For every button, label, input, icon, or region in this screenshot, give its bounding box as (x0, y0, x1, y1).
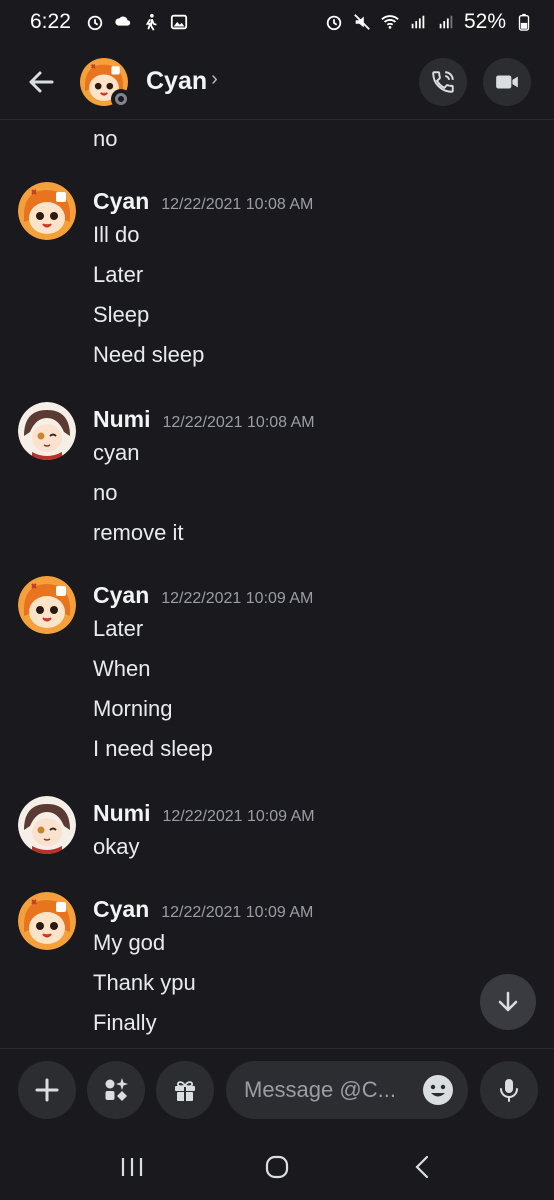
message-author[interactable]: Cyan (93, 188, 149, 215)
message-line[interactable]: Need sleep (93, 342, 204, 368)
voice-message-button[interactable] (480, 1061, 538, 1119)
gift-icon (175, 1081, 195, 1101)
system-navigation-bar (0, 1134, 554, 1200)
phone-icon (432, 71, 454, 93)
signal-icon (436, 12, 456, 32)
message-line[interactable]: cyan (93, 440, 139, 466)
message-line[interactable]: My god (93, 930, 165, 956)
recent-apps-icon (122, 1158, 143, 1176)
message-line[interactable]: Morning (93, 696, 172, 722)
emoji-icon (423, 1075, 453, 1105)
header-avatar[interactable] (80, 57, 131, 109)
message-line[interactable]: okay (93, 834, 139, 860)
message-line[interactable]: I need sleep (93, 736, 213, 762)
emoji-button[interactable] (422, 1074, 454, 1106)
avatar-cyan[interactable] (18, 892, 76, 950)
message-author[interactable]: Numi (93, 406, 151, 433)
apps-sparkle-icon (105, 1078, 128, 1101)
video-camera-icon (496, 75, 518, 89)
offline-status-dot (111, 88, 131, 109)
status-bar: 6:22 52% (0, 0, 554, 44)
battery-icon (514, 12, 534, 32)
message-line[interactable]: Sleep (93, 302, 149, 328)
message-line[interactable]: Finally (93, 1010, 157, 1036)
message-line[interactable]: When (93, 656, 150, 682)
message-line[interactable]: Later (93, 262, 143, 288)
message-timestamp: 12/22/2021 10:09 AM (161, 590, 314, 607)
home-icon (265, 1155, 289, 1179)
avatar-image (18, 576, 76, 634)
gallery-icon (169, 12, 189, 32)
message-timestamp: 12/22/2021 10:08 AM (161, 196, 314, 213)
message-line[interactable]: remove it (93, 520, 183, 546)
battery-percent: 52% (463, 10, 506, 33)
video-call-button[interactable] (483, 58, 531, 106)
wifi-icon (380, 12, 400, 32)
message-line[interactable]: no (93, 480, 117, 506)
chevron-right-icon[interactable]: › (211, 68, 218, 91)
message-header: Cyan 12/22/2021 10:08 AM (93, 188, 313, 215)
message-header: Numi 12/22/2021 10:09 AM (93, 800, 315, 827)
message-line[interactable]: no (93, 126, 117, 152)
status-right: 52% (324, 10, 534, 34)
message-input-placeholder: Message @C... (244, 1077, 396, 1102)
avatar-cyan[interactable] (18, 576, 76, 634)
message-header: Cyan 12/22/2021 10:09 AM (93, 582, 313, 609)
walking-icon (141, 12, 161, 32)
plus-icon (35, 1078, 59, 1102)
alarm-status-icon (324, 12, 344, 32)
message-header: Cyan 12/22/2021 10:09 AM (93, 896, 313, 923)
chat-header: Cyan › (0, 44, 554, 120)
message-author[interactable]: Numi (93, 800, 151, 827)
system-back-button[interactable] (392, 1142, 452, 1192)
attach-button[interactable] (18, 1061, 76, 1119)
avatar-numi[interactable] (18, 402, 76, 460)
avatar-image (18, 402, 76, 460)
message-line[interactable]: Ill do (93, 222, 139, 248)
arrow-left-icon (29, 71, 54, 92)
apps-button[interactable] (87, 1061, 145, 1119)
header-username[interactable]: Cyan (146, 67, 207, 96)
message-timestamp: 12/22/2021 10:09 AM (162, 808, 315, 825)
alarm-icon (85, 12, 105, 32)
avatar-image (18, 796, 76, 854)
weather-icon (113, 12, 133, 32)
recent-apps-button[interactable] (102, 1142, 162, 1192)
arrow-down-icon (498, 991, 518, 1012)
message-line[interactable]: Thank ypu (93, 970, 196, 996)
message-timestamp: 12/22/2021 10:09 AM (161, 904, 314, 921)
message-line[interactable]: Later (93, 616, 143, 642)
message-author[interactable]: Cyan (93, 582, 149, 609)
signal-r-icon (408, 12, 428, 32)
message-input[interactable]: Message @C... (226, 1061, 468, 1119)
home-button[interactable] (247, 1142, 307, 1192)
message-composer: Message @C... (0, 1048, 554, 1134)
message-author[interactable]: Cyan (93, 896, 149, 923)
gift-button[interactable] (156, 1061, 214, 1119)
mute-icon (352, 12, 372, 32)
voice-call-button[interactable] (419, 58, 467, 106)
scroll-to-bottom-button[interactable] (480, 974, 536, 1030)
message-header: Numi 12/22/2021 10:08 AM (93, 406, 315, 433)
status-left: 6:22 (30, 10, 189, 34)
avatar-numi[interactable] (18, 796, 76, 854)
status-time: 6:22 (30, 10, 71, 33)
message-timestamp: 12/22/2021 10:08 AM (162, 414, 315, 431)
avatar-cyan[interactable] (18, 182, 76, 240)
back-button[interactable] (16, 57, 66, 107)
message-list[interactable]: no Cyan 12/22/2021 10:08 AM Ill do Later… (0, 120, 554, 1048)
avatar-image (18, 182, 76, 240)
chevron-left-icon (415, 1155, 428, 1179)
avatar-image (18, 892, 76, 950)
microphone-icon (500, 1079, 518, 1102)
